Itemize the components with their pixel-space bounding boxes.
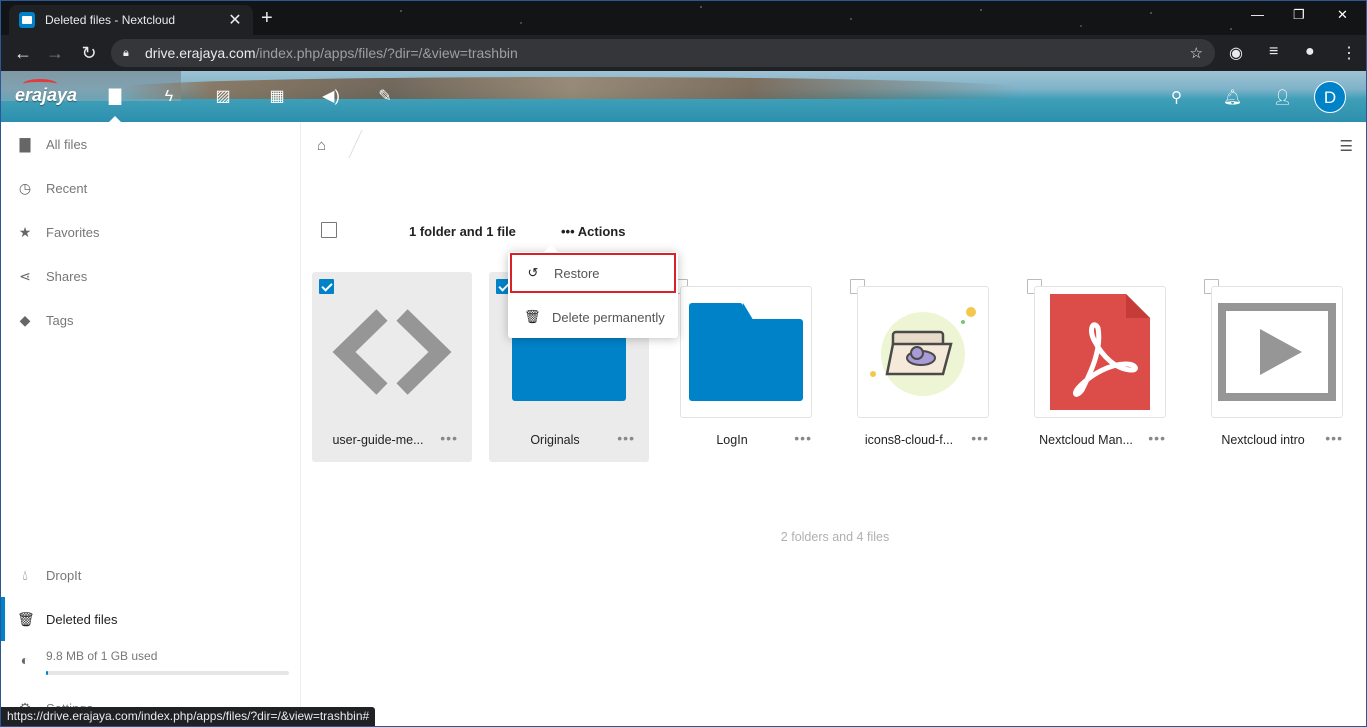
lock-icon: 🔒︎ (123, 46, 129, 59)
notifications-bell-icon[interactable]: 🔔︎ (1223, 88, 1242, 106)
file-name: user-guide-me... (332, 433, 424, 447)
more-icon[interactable]: ••• (440, 430, 458, 446)
file-name: Originals (530, 433, 580, 447)
menu-kebab-icon[interactable]: ⋮ (1341, 43, 1357, 63)
folder-icon: ▇ (19, 136, 31, 152)
audio-icon[interactable]: ◀) (321, 89, 341, 105)
nav-dropit[interactable]: 💧︎ DropIt (1, 553, 301, 597)
url-path: /index.php/apps/files/?dir=/&view=trashb… (255, 45, 518, 61)
extension-icon[interactable]: ◉ (1229, 43, 1243, 63)
more-icon[interactable]: ••• (794, 430, 812, 446)
browser-window: Deleted files - Nextcloud ✕ + — ❐ ✕ ← → … (0, 0, 1367, 727)
nav-tags[interactable]: ◆ Tags (1, 298, 301, 342)
more-icon[interactable]: ••• (1148, 430, 1166, 446)
nav-deleted-files[interactable]: 🗑︎ Deleted files (1, 597, 301, 641)
selection-count: 1 folder and 1 file (409, 224, 516, 239)
view-toggle-list-icon[interactable]: ☰ (1340, 137, 1353, 155)
nav-quota: ◐ 9.8 MB of 1 GB used (1, 641, 301, 685)
ellipsis-icon: ••• (561, 224, 575, 239)
restore-menu-item[interactable]: ↺ Restore (510, 253, 676, 293)
browser-tab[interactable]: Deleted files - Nextcloud ✕ (9, 5, 253, 35)
calendar-icon[interactable]: ▦ (267, 89, 287, 105)
reload-icon[interactable]: ↻ (73, 43, 105, 64)
clock-icon: ◷ (18, 180, 32, 196)
more-icon[interactable]: ••• (617, 430, 635, 446)
file-tile[interactable]: icons8-cloud-f... ••• (843, 272, 1003, 462)
back-arrow-icon[interactable]: ← (7, 43, 39, 64)
nav-favorites[interactable]: ★ Favorites (1, 210, 301, 254)
app-content: ⌂ ☰ 1 folder and 1 file ••• Actions user… (302, 122, 1366, 726)
tab-title: Deleted files - Nextcloud (45, 13, 176, 27)
bookmark-star-icon[interactable]: ☆ (1190, 44, 1203, 62)
file-tile[interactable]: user-guide-me... ••• (312, 272, 472, 462)
restore-window-icon[interactable]: ❐ (1293, 7, 1305, 23)
file-name: Nextcloud intro (1221, 433, 1305, 447)
file-name: LogIn (716, 433, 748, 447)
home-breadcrumb-icon[interactable]: ⌂ (317, 137, 326, 154)
folder-icon (680, 286, 812, 418)
drop-icon: 💧︎ (22, 567, 28, 583)
trash-icon: 🗑︎ (17, 611, 35, 627)
notes-icon[interactable]: ✎ (375, 89, 395, 105)
address-bar[interactable]: 🔒︎ drive.erajaya.com/index.php/apps/file… (111, 39, 1215, 67)
file-tile[interactable]: LogIn ••• (666, 272, 826, 462)
more-icon[interactable]: ••• (971, 430, 989, 446)
cloud-folder-image-icon (857, 286, 989, 418)
breadcrumb-separator (337, 130, 363, 158)
tab-close-icon[interactable]: ✕ (227, 10, 243, 30)
profile-icon[interactable]: ● (1305, 43, 1315, 61)
app-navigation: ▇ All files ◷ Recent ★ Favorites ⋖ Share… (1, 122, 301, 726)
nav-all-files[interactable]: ▇ All files (1, 122, 301, 166)
nextcloud-favicon-icon (19, 12, 35, 28)
tab-bar: Deleted files - Nextcloud ✕ + — ❐ ✕ (1, 1, 1366, 35)
browser-toolbar: ← → ↻ 🔒︎ drive.erajaya.com/index.php/app… (1, 35, 1366, 71)
actions-popover: ↺ Restore 🗑︎ Delete permanently (508, 245, 678, 338)
select-all-checkbox[interactable] (321, 222, 337, 238)
pie-chart-icon: ◐ (20, 652, 30, 668)
tag-icon: ◆ (19, 312, 31, 328)
video-play-icon (1211, 286, 1343, 418)
files-summary: 2 folders and 4 files (780, 530, 890, 544)
quota-progress-bar (46, 671, 289, 675)
delete-permanently-menu-item[interactable]: 🗑︎ Delete permanently (508, 296, 678, 338)
trash-icon: 🗑︎ (524, 309, 541, 324)
file-name: Nextcloud Man... (1039, 433, 1133, 447)
file-tile[interactable]: Nextcloud Man... ••• (1020, 272, 1180, 462)
media-list-icon[interactable]: ≡ (1269, 43, 1278, 61)
nav-recent[interactable]: ◷ Recent (1, 166, 301, 210)
user-avatar[interactable]: D (1314, 81, 1346, 113)
forward-arrow-icon[interactable]: → (39, 43, 71, 64)
new-tab-button[interactable]: + (261, 7, 273, 30)
file-tile[interactable]: Nextcloud intro ••• (1197, 272, 1357, 462)
file-name: icons8-cloud-f... (864, 433, 954, 447)
more-icon[interactable]: ••• (1325, 430, 1343, 446)
restore-icon: ↺ (527, 265, 539, 280)
search-icon[interactable]: ⚲ (1171, 88, 1182, 106)
photos-icon[interactable]: ▨ (213, 89, 233, 105)
star-icon: ★ (18, 224, 32, 240)
url-host: drive.erajaya.com (145, 45, 256, 61)
code-file-icon (326, 286, 458, 418)
nav-shares[interactable]: ⋖ Shares (1, 254, 301, 298)
status-bar-url: https://drive.erajaya.com/index.php/apps… (1, 707, 376, 726)
pdf-icon (1034, 286, 1166, 418)
files-app-icon[interactable]: ▇ (105, 89, 125, 122)
contacts-icon[interactable]: 👤︎ (1273, 88, 1292, 106)
minimize-icon[interactable]: — (1251, 7, 1264, 22)
close-window-icon[interactable]: ✕ (1337, 7, 1348, 23)
activity-icon[interactable]: ϟ (159, 89, 179, 105)
erajaya-logo[interactable]: erajaya (15, 79, 77, 106)
actions-menu-button[interactable]: ••• Actions (561, 224, 625, 239)
share-icon: ⋖ (19, 268, 31, 284)
nextcloud-header: erajaya ▇ ϟ ▨ ▦ ◀) ✎ ⚲ 🔔︎ 👤︎ D (1, 71, 1366, 122)
